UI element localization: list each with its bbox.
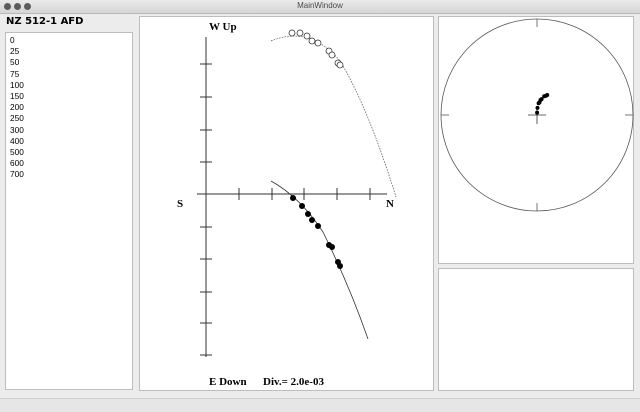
vertical-projection-points bbox=[288, 29, 344, 69]
division-label: Div.= 2.0e-03 bbox=[263, 376, 324, 388]
list-item[interactable]: 700 bbox=[6, 169, 132, 180]
equal-area-points bbox=[535, 93, 550, 115]
down-label: E Down bbox=[209, 376, 247, 388]
list-item[interactable]: 50 bbox=[6, 57, 132, 68]
list-item[interactable]: 100 bbox=[6, 80, 132, 91]
equal-area-point bbox=[545, 93, 550, 97]
sample-title: NZ 512-1 AFD bbox=[6, 16, 84, 27]
list-item[interactable]: 600 bbox=[6, 158, 132, 169]
vertical-projection-curve bbox=[270, 35, 397, 198]
list-item[interactable]: 500 bbox=[6, 147, 132, 158]
list-item[interactable]: 150 bbox=[6, 91, 132, 102]
list-item[interactable]: 75 bbox=[6, 69, 132, 80]
list-item[interactable]: 250 bbox=[6, 113, 132, 124]
list-item[interactable]: 300 bbox=[6, 125, 132, 136]
equal-area-point bbox=[535, 110, 540, 115]
list-item[interactable]: 400 bbox=[6, 136, 132, 147]
step-list[interactable]: 0 25 50 75 100 150 200 250 300 400 500 6… bbox=[5, 32, 133, 390]
list-item[interactable]: 0 bbox=[6, 35, 132, 46]
zijderveld-plot: W Up S N E Down Div.= 2.0e-03 bbox=[177, 21, 397, 388]
equal-area-plot bbox=[440, 18, 634, 212]
equal-area-point bbox=[535, 105, 540, 110]
status-bar bbox=[0, 398, 640, 412]
south-label: S bbox=[177, 198, 183, 210]
zijderveld-panel: W Up S N E Down Div.= 2.0e-03 bbox=[139, 16, 434, 391]
up-label: W Up bbox=[209, 21, 237, 33]
title-bar: MainWindow bbox=[0, 0, 640, 14]
north-label: N bbox=[386, 198, 394, 210]
equal-area-panel bbox=[438, 16, 634, 264]
list-item[interactable]: 25 bbox=[6, 46, 132, 57]
list-item[interactable]: 200 bbox=[6, 102, 132, 113]
window-title: MainWindow bbox=[297, 1, 343, 10]
info-panel bbox=[438, 268, 634, 391]
horizontal-projection-curve bbox=[270, 180, 369, 340]
